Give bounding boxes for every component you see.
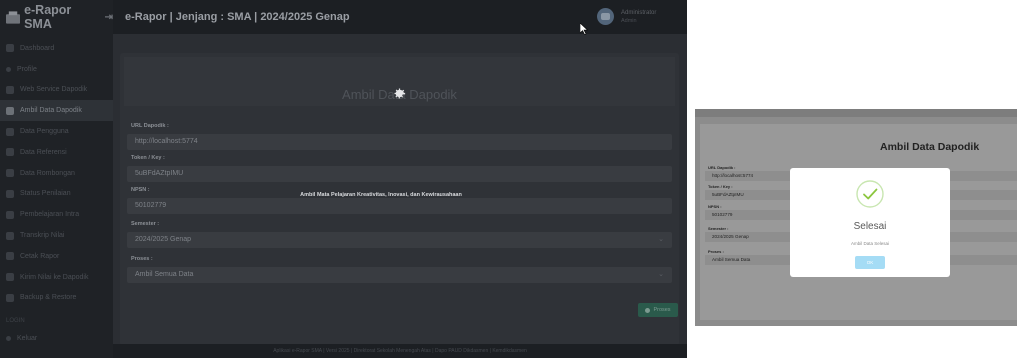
check-icon xyxy=(6,189,14,198)
sidebar-item-status[interactable]: Status Penilaian xyxy=(0,184,113,205)
user-name: Administrator xyxy=(621,10,657,16)
proses-label: Proses : xyxy=(708,249,724,254)
sidebar-item-label: Transkrip Nilai xyxy=(20,232,65,240)
success-check-icon xyxy=(856,180,884,208)
users-icon xyxy=(6,127,14,136)
user-info[interactable]: Administrator Admin xyxy=(621,9,656,25)
print-icon xyxy=(6,252,14,261)
sidebar-item-backup[interactable]: Backup & Restore xyxy=(0,288,113,309)
logout-icon xyxy=(6,336,11,342)
sidebar-item-label: Pembelajaran Intra xyxy=(20,211,80,219)
semester-value: 2024/2025 Genap xyxy=(135,236,192,243)
book-icon xyxy=(6,210,14,219)
proses-select[interactable]: Ambil Semua Data ⌄ xyxy=(127,267,672,283)
sidebar-item-label: Data Rombongan xyxy=(20,169,75,177)
sidebar-item-profile[interactable]: Profile xyxy=(0,59,113,80)
sidebar-item-pengguna[interactable]: Data Pengguna xyxy=(0,121,113,142)
logo-icon xyxy=(6,10,21,24)
semester-label: Semester : xyxy=(708,226,729,231)
token-field[interactable]: 5uBFdAZtpIMU xyxy=(127,166,672,182)
sidebar-item-kirim[interactable]: Kirim Nilai ke Dapodik xyxy=(0,267,113,288)
sidebar-item-label: Kirim Nilai ke Dapodik xyxy=(20,273,89,281)
sidebar-item-label: Ambil Data Dapodik xyxy=(20,107,82,115)
proses-button[interactable]: Proses xyxy=(638,303,678,317)
settings-icon xyxy=(6,85,14,94)
sidebar-item-referensi[interactable]: Data Referensi xyxy=(0,142,113,163)
semester-label: Semester : xyxy=(131,221,160,227)
sidebar-item-label: Data Referensi xyxy=(20,148,67,156)
brand-title: e-Rapor SMA xyxy=(24,3,72,31)
sidebar-item-label: Web Service Dapodik xyxy=(20,86,88,94)
sidebar-item-label: Dashboard xyxy=(20,44,55,52)
token-label: Token / Key : xyxy=(131,155,165,161)
collapse-sidebar-icon[interactable]: ⇥ xyxy=(105,12,113,23)
archive-icon xyxy=(6,293,14,302)
url-label: URL Dapodik : xyxy=(708,165,736,170)
dot-icon xyxy=(6,66,11,72)
ok-button[interactable]: OK xyxy=(855,256,885,269)
dashboard-icon xyxy=(6,44,14,53)
app-window-loading: e-Rapor SMA ⇥ Dashboard Profile Web Serv… xyxy=(0,0,687,358)
proses-label: Proses : xyxy=(131,256,153,262)
upload-icon xyxy=(6,273,14,282)
footer: Aplikasi e-Rapor SMA | Versi 2025 | Dire… xyxy=(113,344,687,358)
page-header-title: e-Rapor | Jenjang : SMA | 2024/2025 Gena… xyxy=(125,11,350,23)
loading-message: Ambil Mata Pelajaran Kreativitas, Inovas… xyxy=(300,192,462,198)
sidebar-item-rombongan[interactable]: Data Rombongan xyxy=(0,163,113,184)
brand: e-Rapor SMA ⇥ xyxy=(0,0,113,34)
database-icon xyxy=(6,106,14,115)
npsn-field[interactable]: 50102779 xyxy=(127,198,672,214)
sidebar-section-title: LOGIN xyxy=(6,318,25,325)
sidebar-item-label: Status Penilaian xyxy=(20,190,71,198)
chevron-down-icon: ⌄ xyxy=(658,236,664,243)
sidebar-item-logout[interactable]: Keluar xyxy=(0,328,113,349)
sidebar-item-web-service[interactable]: Web Service Dapodik xyxy=(0,80,113,101)
form-card: Ambil Data Dapodik URL Dapodik : http://… xyxy=(120,53,679,346)
chevron-down-icon: ⌄ xyxy=(658,271,664,278)
npsn-label: NPSN : xyxy=(131,187,150,193)
sidebar-item-label: Cetak Rapor xyxy=(20,252,60,260)
url-label: URL Dapodik : xyxy=(131,123,169,129)
url-field[interactable]: http://localhost:5774 xyxy=(127,134,672,150)
app-window-success: Ambil Data Dapodik URL Dapodik : http://… xyxy=(695,109,1017,326)
sidebar-item-transkrip[interactable]: Transkrip Nilai xyxy=(0,225,113,246)
token-label: Token / Key : xyxy=(708,184,733,189)
user-role: Admin xyxy=(621,18,637,24)
list-icon xyxy=(6,169,14,178)
header xyxy=(695,109,1017,117)
proses-value: Ambil Semua Data xyxy=(135,271,194,278)
npsn-label: NPSN : xyxy=(708,204,722,209)
page-title: Ambil Data Dapodik xyxy=(880,141,980,153)
proses-button-label: Proses xyxy=(653,307,671,313)
file-icon xyxy=(6,231,14,240)
sidebar-item-cetak[interactable]: Cetak Rapor xyxy=(0,246,113,267)
sidebar-item-label: Backup & Restore xyxy=(20,294,77,302)
gear-icon xyxy=(645,307,651,313)
sidebar-item-label: Profile xyxy=(17,65,37,73)
sidebar-item-label: Keluar xyxy=(17,335,38,343)
loading-gear-icon xyxy=(394,88,406,99)
main-content: Ambil Data Dapodik URL Dapodik : http://… xyxy=(113,34,687,346)
header: e-Rapor | Jenjang : SMA | 2024/2025 Gena… xyxy=(113,0,687,34)
sidebar-item-ambil-data[interactable]: Ambil Data Dapodik xyxy=(0,100,113,122)
folder-icon xyxy=(6,148,14,157)
dialog-title: Selesai xyxy=(853,221,887,232)
sidebar-item-label: Data Pengguna xyxy=(20,128,69,136)
sidebar-item-dashboard[interactable]: Dashboard xyxy=(0,38,113,59)
sidebar-menu: Dashboard Profile Web Service Dapodik Am… xyxy=(0,38,113,308)
dialog-message: Ambil Data Selesai xyxy=(850,241,890,246)
sidebar-item-pembelajaran[interactable]: Pembelajaran Intra xyxy=(0,204,113,225)
avatar[interactable] xyxy=(597,8,614,25)
success-dialog: Selesai Ambil Data Selesai OK xyxy=(790,168,950,277)
semester-select[interactable]: 2024/2025 Genap ⌄ xyxy=(127,232,672,248)
sidebar: e-Rapor SMA ⇥ Dashboard Profile Web Serv… xyxy=(0,0,113,358)
